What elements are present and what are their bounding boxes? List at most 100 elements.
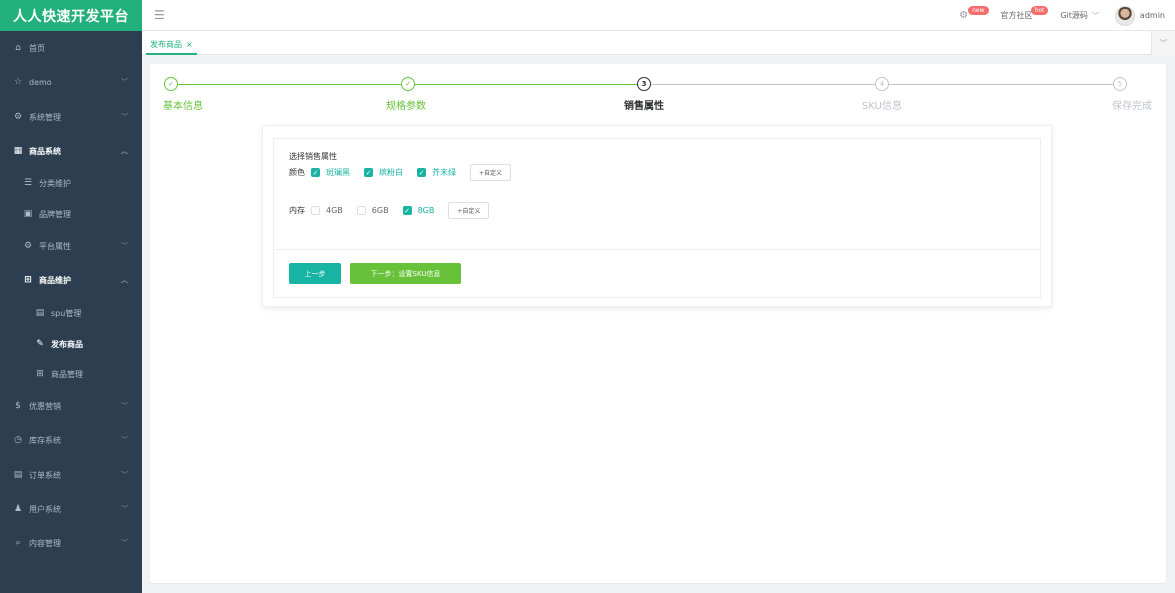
official-community-link[interactable]: 官方社区 (1001, 10, 1033, 21)
step-4-title: SKU信息 (862, 101, 902, 112)
sidebar-item-product-manage[interactable]: ⊞ 商品管理 (0, 359, 142, 389)
checkbox-box (356, 206, 366, 215)
sidebar-item-label: 发布商品 (51, 339, 83, 349)
step-1-check-icon: ✓ (164, 77, 178, 91)
sidebar-item-label: 商品维护 (39, 275, 71, 285)
step-3-title: 销售属性 (624, 101, 664, 112)
memory-checkbox-6gb[interactable]: 6GB (356, 206, 389, 215)
sidebar-item-label: 商品系统 (29, 146, 61, 156)
sidebar-item-label: 分类维护 (39, 178, 71, 188)
hamburger-icon[interactable]: ☰ (154, 8, 165, 22)
chevron-down-icon: ﹀ (121, 436, 128, 444)
sale-attr-card: 选择销售属性 颜色 ✓ 斑斓黑 ✓ 缤粉白 ✓ 芥末绿 +自定义 内存 4GB … (262, 125, 1052, 307)
settings-icon: ⚙ (13, 112, 23, 122)
coupon-icon: $ (15, 401, 21, 411)
tab-bar: 发布商品 × ﹀ (142, 31, 1175, 55)
avatar[interactable] (1114, 5, 1135, 26)
tag-icon: ▣ (23, 209, 33, 219)
tab-publish-product[interactable]: 发布商品 × (146, 35, 197, 55)
check-icon: ✓ (364, 168, 373, 177)
chevron-down-icon: ﹀ (1091, 11, 1099, 20)
sidebar-item-product-maintain[interactable]: ⊞ 商品维护 ︿ (0, 265, 142, 295)
search-icon: ⌕ (15, 538, 21, 548)
star-icon: ☆ (13, 77, 23, 87)
memory-attr-row: 内存 4GB 6GB ✓ 8GB +自定义 (289, 202, 490, 219)
sidebar: 人人快速开发平台 ⌂ 首页 ☆ demo ﹀ ⚙ 系统管理 ﹀ ▦ 商品系统 ︿… (0, 0, 142, 593)
user-icon: ♟ (13, 504, 23, 514)
next-step-button[interactable]: 下一步：设置SKU信息 (350, 263, 461, 284)
sidebar-item-label: 库存系统 (29, 435, 61, 445)
chevron-down-icon: ﹀ (121, 78, 128, 86)
chevron-down-icon: ﹀ (121, 539, 128, 547)
memory-checkbox-4gb[interactable]: 4GB (311, 206, 343, 215)
sidebar-item-platform-attr[interactable]: ⚙ 平台属性 ﹀ (0, 231, 142, 261)
step-5-title: 保存完成 (1112, 101, 1152, 112)
add-custom-color-button[interactable]: +自定义 (470, 164, 512, 181)
sidebar-item-label: 优惠营销 (29, 401, 61, 411)
chevron-up-icon: ︿ (121, 147, 128, 155)
prev-step-button[interactable]: 上一步 (289, 263, 341, 284)
document-icon: ▤ (35, 308, 45, 318)
check-icon: ✓ (402, 206, 412, 215)
sidebar-item-home[interactable]: ⌂ 首页 (0, 33, 142, 63)
box-icon: ◷ (14, 435, 22, 445)
chevron-down-icon: ﹀ (121, 113, 128, 121)
sidebar-item-coupon[interactable]: $ 优惠营销 ﹀ (0, 391, 142, 421)
sidebar-item-user[interactable]: ♟ 用户系统 ﹀ (0, 494, 142, 524)
app-logo[interactable]: 人人快速开发平台 (0, 0, 142, 31)
sidebar-item-category[interactable]: ☰ 分类维护 (0, 168, 142, 198)
sale-attr-panel: 选择销售属性 颜色 ✓ 斑斓黑 ✓ 缤粉白 ✓ 芥末绿 +自定义 内存 4GB … (273, 138, 1041, 298)
color-checkbox-green[interactable]: ✓ 芥末绿 (417, 167, 456, 178)
sidebar-item-label: 商品管理 (51, 369, 83, 379)
sidebar-item-content[interactable]: ⌕ 内容管理 ﹀ (0, 528, 142, 558)
sidebar-item-label: 首页 (29, 43, 45, 53)
color-checkbox-pink-white[interactable]: ✓ 缤粉白 (364, 167, 403, 178)
sidebar-item-brand[interactable]: ▣ 品牌管理 (0, 199, 142, 229)
sidebar-item-system[interactable]: ⚙ 系统管理 ﹀ (0, 102, 142, 132)
color-attr-row: 颜色 ✓ 斑斓黑 ✓ 缤粉白 ✓ 芥末绿 +自定义 (289, 164, 512, 181)
sidebar-item-label: 系统管理 (29, 112, 61, 122)
step-2-title: 规格参数 (386, 101, 426, 112)
sidebar-item-label: 内容管理 (29, 538, 61, 548)
order-icon: ▤ (13, 470, 23, 480)
sidebar-item-label: spu管理 (51, 308, 82, 318)
step-4-number: 4 (875, 77, 889, 91)
step-line (178, 84, 401, 85)
checkbox-box (311, 206, 320, 215)
checkbox-label: 8GB (417, 206, 435, 215)
edit-icon: ✎ (36, 339, 44, 349)
close-icon[interactable]: × (186, 40, 193, 49)
sidebar-item-spu[interactable]: ▤ spu管理 (0, 298, 142, 328)
checkbox-label: 缤粉白 (379, 168, 403, 177)
chevron-down-icon: ﹀ (121, 242, 128, 250)
tabs-dropdown-icon[interactable]: ﹀ (1151, 31, 1175, 55)
sidebar-item-label: 平台属性 (39, 241, 71, 251)
step-2-check-icon: ✓ (401, 77, 415, 91)
step-5-number: 5 (1113, 77, 1127, 91)
checkbox-label: 4GB (326, 206, 343, 215)
sidebar-item-order[interactable]: ▤ 订单系统 ﹀ (0, 460, 142, 490)
sidebar-item-ware[interactable]: ◷ 库存系统 ﹀ (0, 425, 142, 455)
color-label: 颜色 (289, 168, 305, 177)
checkbox-label: 芥末绿 (432, 168, 456, 177)
color-checkbox-black[interactable]: ✓ 斑斓黑 (311, 167, 350, 178)
checkbox-label: 6GB (371, 206, 389, 215)
sidebar-item-publish[interactable]: ✎ 发布商品 (0, 329, 142, 359)
chevron-down-icon: ﹀ (121, 471, 128, 479)
hot-badge: hot (1030, 6, 1049, 15)
step-3-number: 3 (637, 77, 651, 91)
settings-icon[interactable]: ⚙ (959, 10, 968, 21)
top-navbar: ☰ ⚙ new 官方社区 hot Git源码 ﹀ admin (142, 0, 1175, 31)
memory-checkbox-8gb[interactable]: ✓ 8GB (402, 206, 435, 215)
main-content: ✓ 基本信息 ✓ 规格参数 3 销售属性 4 SKU信息 5 保存完成 选择销售… (150, 64, 1166, 583)
add-custom-memory-button[interactable]: +自定义 (448, 202, 490, 219)
sidebar-item-demo[interactable]: ☆ demo ﹀ (0, 67, 142, 97)
step-line (651, 84, 875, 85)
top-right-menu: ⚙ new 官方社区 hot Git源码 ﹀ admin (959, 0, 1165, 31)
gear-icon: ⚙ (23, 241, 33, 251)
sidebar-item-product-system[interactable]: ▦ 商品系统 ︿ (0, 136, 142, 166)
git-source-link[interactable]: Git源码 (1060, 10, 1088, 21)
user-name[interactable]: admin (1140, 11, 1165, 20)
step-line (889, 84, 1113, 85)
home-icon: ⌂ (15, 43, 21, 53)
